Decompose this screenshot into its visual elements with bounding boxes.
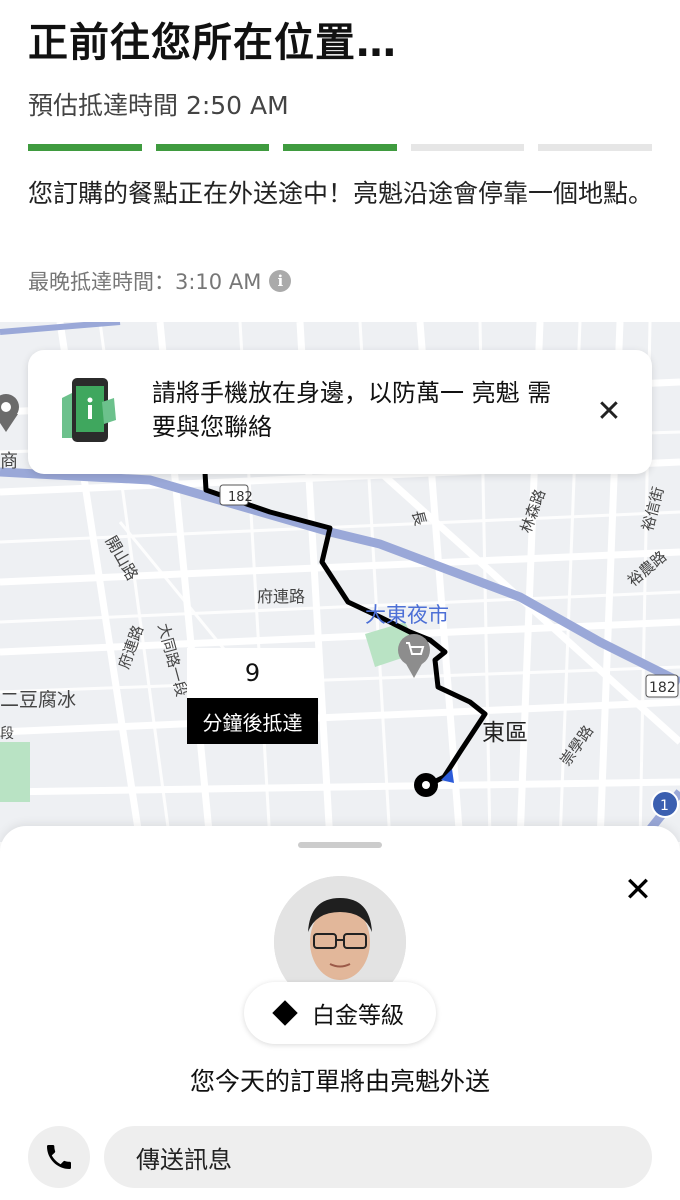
eta-minutes: 9	[187, 648, 318, 698]
map-label: 商	[0, 451, 18, 472]
status-message: 您訂購的餐點正在外送途中！亮魁沿途會停靠一個地點。	[28, 179, 654, 208]
close-icon[interactable]: ✕	[618, 870, 658, 910]
progress-segment	[283, 144, 397, 151]
progress-segment	[410, 144, 525, 151]
drag-handle[interactable]	[298, 842, 382, 848]
delivery-status-header: 正前往您所在位置… 預估抵達時間 2:50 AM 您訂購的餐點正在外送途中！亮魁…	[0, 0, 680, 322]
close-icon[interactable]: ✕	[588, 390, 630, 432]
page-title: 正前往您所在位置…	[28, 20, 397, 66]
driver-sheet: ✕ 白金等級 您今天的訂單將由亮魁外送 傳送訊息	[0, 826, 680, 1200]
progress-segment	[28, 144, 142, 151]
map-label: 府連路	[257, 587, 305, 606]
call-driver-button[interactable]	[28, 1126, 90, 1188]
eta-label: 分鐘後抵達	[187, 698, 318, 744]
keep-phone-nearby-banner: 請將手機放在身邊，以防萬一 亮魁 需要與您聯絡 ✕	[28, 350, 652, 474]
diamond-icon	[272, 1000, 298, 1026]
map-label: 182	[228, 490, 253, 505]
info-icon[interactable]: i	[269, 270, 292, 292]
delivery-progress-bar	[28, 144, 652, 151]
map-label: 182	[649, 680, 676, 696]
eta-marker: 9 分鐘後抵達	[187, 648, 318, 744]
map-label: 二豆腐冰	[0, 689, 76, 711]
estimated-arrival: 預估抵達時間 2:50 AM	[28, 91, 289, 120]
banner-text: 請將手機放在身邊，以防萬一 亮魁 需要與您聯絡	[152, 379, 552, 441]
map-label: 1	[660, 798, 669, 814]
phone-icon	[47, 1145, 71, 1169]
tier-label: 白金等級	[312, 1003, 404, 1029]
latest-arrival-row: 最晚抵達時間：3:10 AM i	[28, 266, 292, 296]
map-label: 段	[0, 726, 14, 742]
latest-arrival-text: 最晚抵達時間：3:10 AM	[28, 270, 262, 294]
progress-segment	[538, 144, 652, 151]
send-message-button[interactable]: 傳送訊息	[104, 1126, 652, 1188]
progress-segment	[155, 144, 270, 151]
driver-assignment-text: 您今天的訂單將由亮魁外送	[189, 1067, 490, 1096]
phone-in-hand-icon	[62, 378, 116, 442]
map-label: 大東夜市	[365, 603, 449, 627]
map-label: 東區	[482, 720, 528, 746]
tier-badge: 白金等級	[244, 982, 436, 1044]
